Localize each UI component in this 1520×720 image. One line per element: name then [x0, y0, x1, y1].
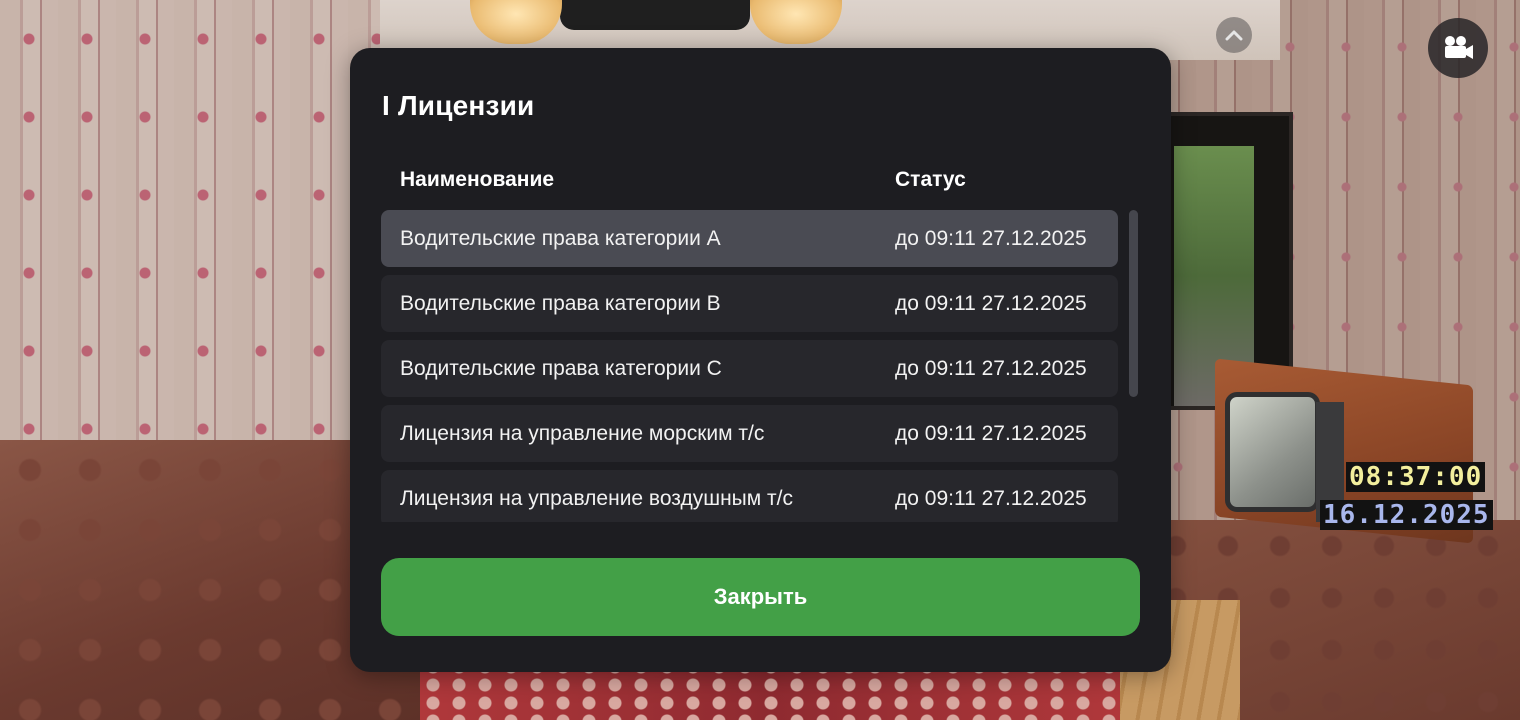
column-header-status: Статус [895, 168, 966, 191]
license-status: до 09:11 27.12.2025 [895, 486, 1087, 510]
game-scene: 08:37:00 16.12.2025 I Лицензии Наименова… [0, 0, 1520, 720]
license-name: Лицензия на управление воздушным т/с [400, 486, 793, 510]
camera-button[interactable] [1428, 18, 1488, 78]
license-row[interactable]: Водительские права категории C до 09:11 … [381, 340, 1118, 397]
license-row[interactable]: Лицензия на управление морским т/с до 09… [381, 405, 1118, 462]
license-status: до 09:11 27.12.2025 [895, 421, 1087, 445]
license-name: Водительские права категории C [400, 356, 722, 380]
license-status: до 09:11 27.12.2025 [895, 226, 1087, 250]
license-name: Водительские права категории B [400, 291, 721, 315]
hud-clock-time: 08:37:00 [1346, 462, 1486, 492]
license-status: до 09:11 27.12.2025 [895, 356, 1087, 380]
column-header-name: Наименование [400, 168, 555, 191]
collapse-hud-button[interactable] [1216, 17, 1252, 53]
license-row[interactable]: Водительские права категории A до 09:11 … [381, 210, 1118, 267]
license-row[interactable]: Лицензия на управление воздушным т/с до … [381, 470, 1118, 522]
dialog-title: I Лицензии [382, 90, 535, 121]
license-name: Водительские права категории A [400, 226, 721, 250]
license-row[interactable]: Водительские права категории B до 09:11 … [381, 275, 1118, 332]
license-name: Лицензия на управление морским т/с [400, 421, 765, 445]
video-camera-icon [1445, 36, 1473, 59]
tv-screen [1225, 392, 1320, 512]
chandelier-bar [560, 0, 750, 30]
licenses-list[interactable]: Водительские права категории A до 09:11 … [381, 210, 1119, 522]
chevron-up-icon [1225, 30, 1243, 41]
close-button[interactable]: Закрыть [381, 558, 1140, 636]
hud-clock-date: 16.12.2025 [1320, 500, 1493, 530]
license-status: до 09:11 27.12.2025 [895, 291, 1087, 315]
list-scrollbar[interactable] [1129, 210, 1138, 522]
list-scrollbar-thumb[interactable] [1129, 210, 1138, 397]
licenses-dialog: I Лицензии Наименование Статус Водительс… [350, 48, 1171, 672]
